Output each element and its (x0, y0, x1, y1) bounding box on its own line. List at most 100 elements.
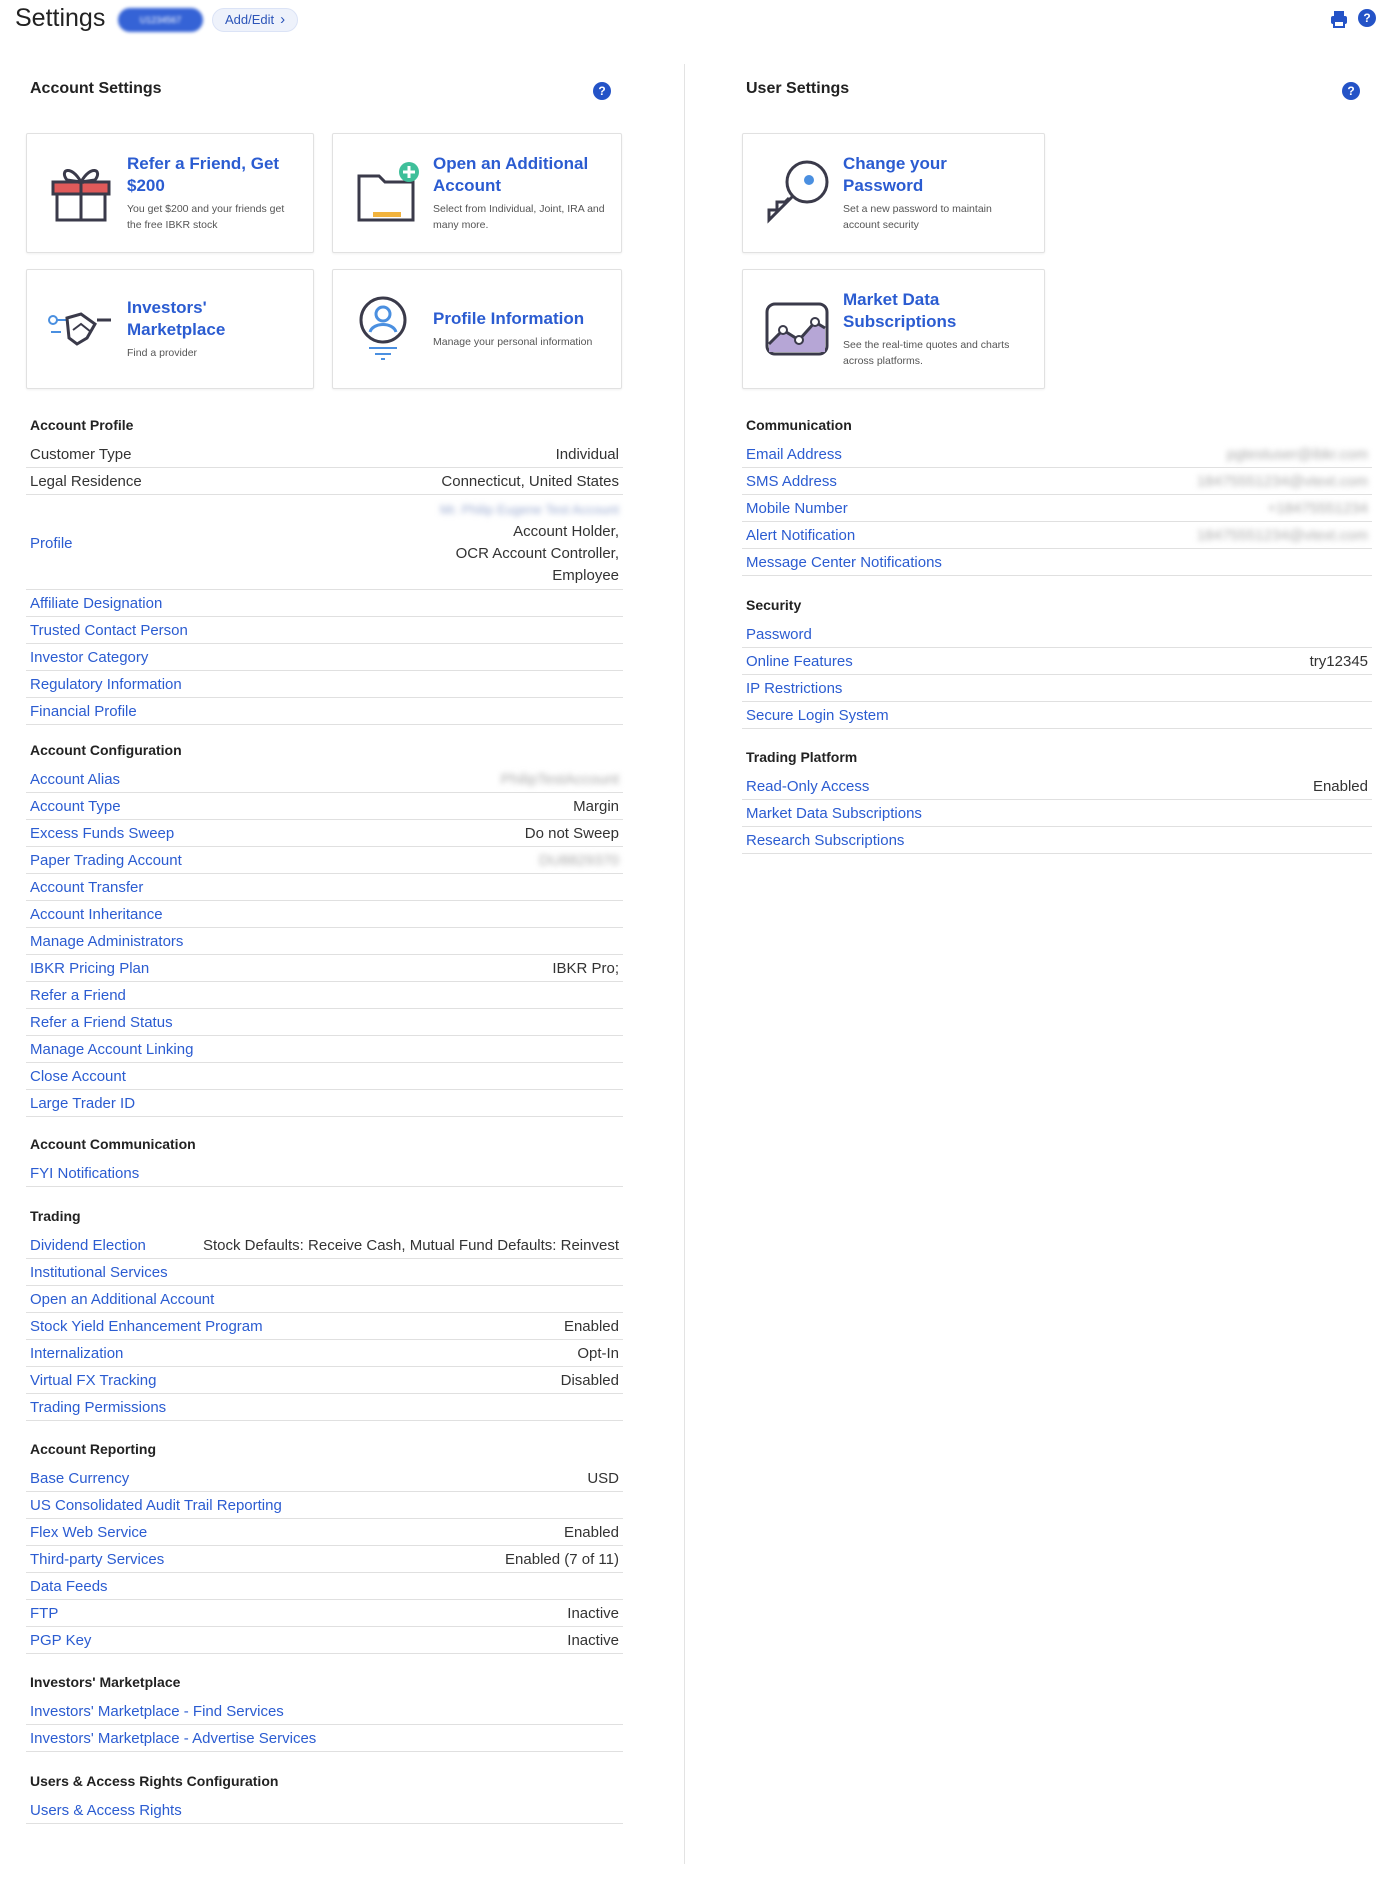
table-row[interactable]: SMS Address 18475551234@vtext.com (742, 468, 1372, 495)
help-icon[interactable]: ? (1342, 82, 1360, 100)
table-row[interactable]: FTP Inactive (26, 1600, 623, 1627)
table-row[interactable]: Account Type Margin (26, 793, 623, 820)
table-row[interactable]: Base Currency USD (26, 1465, 623, 1492)
table-row[interactable]: Read-Only Access Enabled (742, 773, 1372, 800)
table-row[interactable]: Open an Additional Account (26, 1286, 623, 1313)
table-row[interactable]: Research Subscriptions (742, 827, 1372, 854)
table-row[interactable]: Alert Notification 18475551234@vtext.com (742, 522, 1372, 549)
profile-row[interactable]: Profile Mr. Philip Eugene Test Account A… (26, 495, 623, 590)
close-account-link[interactable]: Close Account (30, 1068, 126, 1085)
dividend-election-link[interactable]: Dividend Election (30, 1237, 146, 1254)
table-row[interactable]: Internalization Opt-In (26, 1340, 623, 1367)
table-row[interactable]: Manage Administrators (26, 928, 623, 955)
table-row[interactable]: US Consolidated Audit Trail Reporting (26, 1492, 623, 1519)
sms-address-link[interactable]: SMS Address (746, 473, 837, 490)
table-row[interactable]: Market Data Subscriptions (742, 800, 1372, 827)
table-row[interactable]: Investors' Marketplace - Find Services (26, 1698, 623, 1725)
profile-information-card[interactable]: Profile Information Manage your personal… (332, 269, 622, 389)
table-row[interactable]: Account Transfer (26, 874, 623, 901)
table-row[interactable]: Investors' Marketplace - Advertise Servi… (26, 1725, 623, 1752)
add-edit-button[interactable]: Add/Edit › (212, 8, 299, 32)
table-row[interactable]: Close Account (26, 1063, 623, 1090)
regulatory-information-link[interactable]: Regulatory Information (30, 676, 182, 693)
table-row[interactable]: Third-party Services Enabled (7 of 11) (26, 1546, 623, 1573)
virtual-fx-tracking-link[interactable]: Virtual FX Tracking (30, 1372, 156, 1389)
users-access-rights-link[interactable]: Users & Access Rights (30, 1802, 182, 1819)
affiliate-designation-link[interactable]: Affiliate Designation (30, 595, 162, 612)
table-row[interactable]: Users & Access Rights (26, 1797, 623, 1824)
table-row[interactable]: PGP Key Inactive (26, 1627, 623, 1654)
us-consolidated-audit-trail-reporting-link[interactable]: US Consolidated Audit Trail Reporting (30, 1497, 282, 1514)
account-transfer-link[interactable]: Account Transfer (30, 879, 143, 896)
table-row[interactable]: Password (742, 621, 1372, 648)
alert-notification-link[interactable]: Alert Notification (746, 527, 855, 544)
table-row[interactable]: Institutional Services (26, 1259, 623, 1286)
investors-marketplace-find-services-link[interactable]: Investors' Marketplace - Find Services (30, 1703, 284, 1720)
table-row[interactable]: Data Feeds (26, 1573, 623, 1600)
table-row[interactable]: FYI Notifications (26, 1160, 623, 1187)
table-row[interactable]: Dividend Election Stock Defaults: Receive… (26, 1232, 623, 1259)
open-additional-account-card[interactable]: Open an Additional Account Select from I… (332, 133, 622, 253)
paper-trading-account-link[interactable]: Paper Trading Account (30, 852, 182, 869)
table-row[interactable]: Mobile Number +18475551234 (742, 495, 1372, 522)
email-address-link[interactable]: Email Address (746, 446, 842, 463)
stock-yield-enhancement-program-link[interactable]: Stock Yield Enhancement Program (30, 1318, 263, 1335)
list-item[interactable]: Regulatory Information (26, 671, 623, 698)
research-subscriptions-link[interactable]: Research Subscriptions (746, 832, 904, 849)
fyi-notifications-link[interactable]: FYI Notifications (30, 1165, 139, 1182)
table-row[interactable]: Trading Permissions (26, 1394, 623, 1421)
data-feeds-link[interactable]: Data Feeds (30, 1578, 108, 1595)
read-only-access-link[interactable]: Read-Only Access (746, 778, 869, 795)
printer-icon[interactable] (1329, 9, 1349, 29)
table-row[interactable]: Large Trader ID (26, 1090, 623, 1117)
table-row[interactable]: Refer a Friend Status (26, 1009, 623, 1036)
table-row[interactable]: Stock Yield Enhancement Program Enabled (26, 1313, 623, 1340)
investors-marketplace-card[interactable]: Investors' Marketplace Find a provider (26, 269, 314, 389)
refer-a-friend-link[interactable]: Refer a Friend (30, 987, 126, 1004)
table-row[interactable]: Refer a Friend (26, 982, 623, 1009)
profile-link[interactable]: Profile (30, 499, 73, 587)
market-data-subscriptions-link[interactable]: Market Data Subscriptions (746, 805, 922, 822)
list-item[interactable]: Investor Category (26, 644, 623, 671)
refer-friend-card[interactable]: Refer a Friend, Get $200 You get $200 an… (26, 133, 314, 253)
password-link[interactable]: Password (746, 626, 812, 643)
list-item[interactable]: Trusted Contact Person (26, 617, 623, 644)
table-row[interactable]: Online Features try12345 (742, 648, 1372, 675)
trading-permissions-link[interactable]: Trading Permissions (30, 1399, 166, 1416)
trusted-contact-link[interactable]: Trusted Contact Person (30, 622, 188, 639)
table-row[interactable]: Account Alias PhilipTestAccount (26, 766, 623, 793)
table-row[interactable]: Virtual FX Tracking Disabled (26, 1367, 623, 1394)
excess-funds-sweep-link[interactable]: Excess Funds Sweep (30, 825, 174, 842)
table-row[interactable]: Email Address pgtestuser@ibkr.com (742, 441, 1372, 468)
ip-restrictions-link[interactable]: IP Restrictions (746, 680, 842, 697)
institutional-services-link[interactable]: Institutional Services (30, 1264, 168, 1281)
table-row[interactable]: Flex Web Service Enabled (26, 1519, 623, 1546)
help-icon[interactable]: ? (1358, 9, 1376, 27)
open-an-additional-account-link[interactable]: Open an Additional Account (30, 1291, 214, 1308)
third-party-services-link[interactable]: Third-party Services (30, 1551, 164, 1568)
refer-a-friend-status-link[interactable]: Refer a Friend Status (30, 1014, 173, 1031)
manage-administrators-link[interactable]: Manage Administrators (30, 933, 183, 950)
table-row[interactable]: IBKR Pricing Plan IBKR Pro; (26, 955, 623, 982)
table-row[interactable]: Secure Login System (742, 702, 1372, 729)
table-row[interactable]: IP Restrictions (742, 675, 1372, 702)
online-features-link[interactable]: Online Features (746, 653, 853, 670)
message-center-notifications-link[interactable]: Message Center Notifications (746, 554, 942, 571)
mobile-number-link[interactable]: Mobile Number (746, 500, 848, 517)
account-alias-link[interactable]: Account Alias (30, 771, 120, 788)
base-currency-link[interactable]: Base Currency (30, 1470, 129, 1487)
investor-category-link[interactable]: Investor Category (30, 649, 148, 666)
account-selector-pill[interactable]: U1234567 (118, 8, 203, 32)
manage-account-linking-link[interactable]: Manage Account Linking (30, 1041, 193, 1058)
account-inheritance-link[interactable]: Account Inheritance (30, 906, 163, 923)
table-row[interactable]: Manage Account Linking (26, 1036, 623, 1063)
table-row[interactable]: Excess Funds Sweep Do not Sweep (26, 820, 623, 847)
large-trader-id-link[interactable]: Large Trader ID (30, 1095, 135, 1112)
change-password-card[interactable]: Change your Password Set a new password … (742, 133, 1045, 253)
pgp-key-link[interactable]: PGP Key (30, 1632, 91, 1649)
flex-web-service-link[interactable]: Flex Web Service (30, 1524, 147, 1541)
financial-profile-link[interactable]: Financial Profile (30, 703, 137, 720)
list-item[interactable]: Affiliate Designation (26, 590, 623, 617)
table-row[interactable]: Account Inheritance (26, 901, 623, 928)
ftp-link[interactable]: FTP (30, 1605, 58, 1622)
